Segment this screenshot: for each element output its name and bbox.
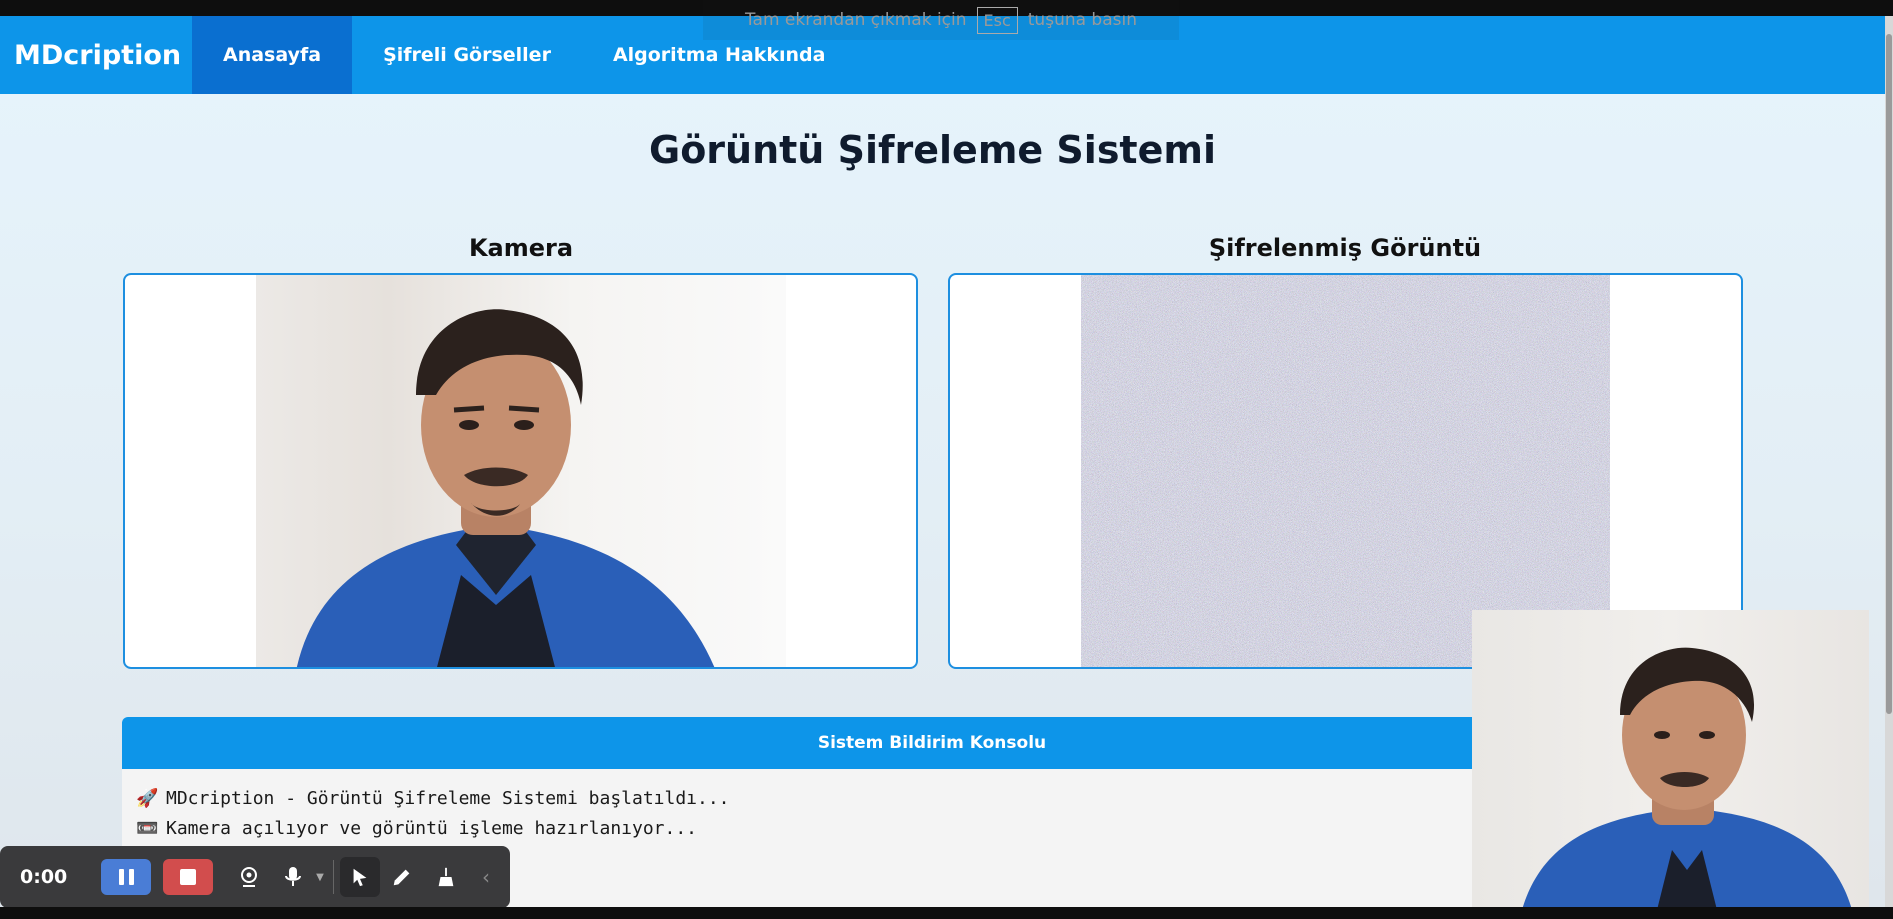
microphone-dropdown[interactable]: ▼ bbox=[313, 853, 327, 901]
pause-icon bbox=[118, 869, 134, 885]
microphone-button[interactable] bbox=[273, 853, 313, 901]
fullscreen-notice-text-before: Tam ekrandan çıkmak için bbox=[744, 10, 967, 30]
chevron-down-icon: ▼ bbox=[316, 871, 324, 883]
pause-button[interactable] bbox=[101, 859, 151, 895]
recording-time: 0:00 bbox=[20, 866, 68, 888]
microphone-icon bbox=[285, 867, 301, 886]
camera-panel bbox=[123, 273, 918, 669]
log-text: MDcription - Görüntü Şifreleme Sistemi b… bbox=[166, 787, 730, 809]
pen-icon bbox=[393, 869, 410, 886]
camera-icon: 📼 bbox=[136, 817, 159, 839]
cursor-tool-button[interactable] bbox=[340, 857, 380, 897]
broom-icon bbox=[438, 867, 454, 887]
stop-button[interactable] bbox=[163, 859, 213, 895]
pen-tool-button[interactable] bbox=[380, 853, 424, 901]
fullscreen-notice-text-after: tuşuna basın bbox=[1027, 10, 1137, 30]
collapse-toolbar-button[interactable]: ‹ bbox=[468, 853, 504, 901]
toolbar-divider bbox=[333, 860, 334, 894]
brand-logo[interactable]: MDcription bbox=[0, 16, 192, 94]
cursor-icon bbox=[353, 868, 367, 887]
esc-key-badge: Esc bbox=[976, 6, 1018, 34]
page-title: Görüntü Şifreleme Sistemi bbox=[649, 128, 1216, 172]
log-text: Kamera açılıyor ve görüntü işleme hazırl… bbox=[166, 817, 698, 839]
clear-tool-button[interactable] bbox=[424, 853, 468, 901]
browser-viewport: MDcription Anasayfa Şifreli Görseller Al… bbox=[0, 16, 1885, 907]
person-image bbox=[297, 309, 715, 667]
page-scrollbar[interactable] bbox=[1885, 16, 1893, 907]
webcam-toggle-button[interactable] bbox=[225, 853, 273, 901]
recording-toolbar: 0:00 ▼ ‹ bbox=[0, 846, 510, 907]
camera-panel-title: Kamera bbox=[468, 234, 574, 262]
chevron-left-icon: ‹ bbox=[482, 865, 490, 889]
encrypted-panel-title: Şifrelenmiş Görüntü bbox=[1208, 234, 1482, 262]
pip-person-image bbox=[1523, 647, 1851, 907]
camera-feed bbox=[256, 275, 786, 667]
pip-webcam[interactable] bbox=[1472, 610, 1869, 907]
webcam-icon bbox=[241, 867, 257, 887]
nav-item-anasayfa[interactable]: Anasayfa bbox=[192, 16, 353, 94]
nav-item-sifreli-gorseller[interactable]: Şifreli Görseller bbox=[352, 16, 582, 94]
fullscreen-exit-notice: Tam ekrandan çıkmak için Esc tuşuna bası… bbox=[703, 0, 1179, 40]
stop-icon bbox=[180, 869, 196, 885]
scrollbar-thumb[interactable] bbox=[1886, 34, 1892, 714]
rocket-icon: 🚀 bbox=[136, 787, 159, 809]
